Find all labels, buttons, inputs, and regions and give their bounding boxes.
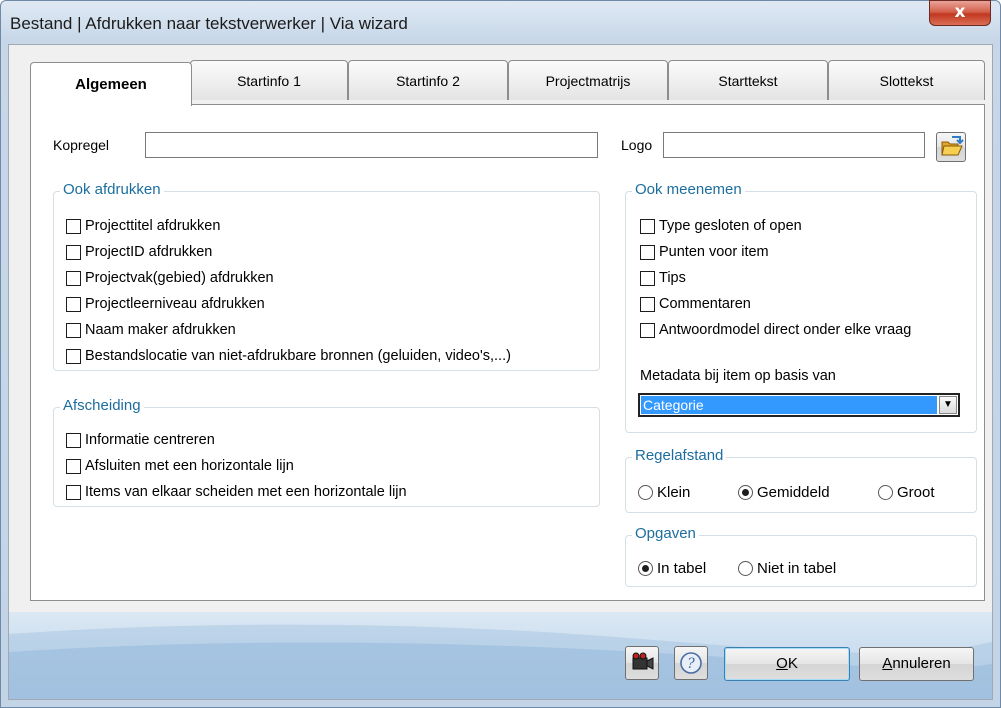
checkbox-label: Naam maker afdrukken bbox=[85, 322, 236, 338]
checkbox-commentaren[interactable]: Commentaren bbox=[640, 296, 751, 312]
tab-starttekst[interactable]: Starttekst bbox=[668, 60, 828, 100]
metadata-select-value: Categorie bbox=[641, 396, 937, 414]
logo-label: Logo bbox=[621, 137, 653, 153]
checkbox-antwoordmodel[interactable]: Antwoordmodel direct onder elke vraag bbox=[640, 322, 911, 338]
kopregel-label: Kopregel bbox=[53, 137, 110, 153]
radio-label: Niet in tabel bbox=[757, 560, 837, 577]
ook-meenemen-legend: Ook meenemen bbox=[632, 181, 745, 198]
checkbox-naam-maker[interactable]: Naam maker afdrukken bbox=[66, 322, 236, 338]
cancel-button-label: nnuleren bbox=[892, 655, 951, 672]
checkbox-box[interactable] bbox=[66, 244, 81, 260]
checkbox-box[interactable] bbox=[66, 348, 81, 364]
checkbox-label: Antwoordmodel direct onder elke vraag bbox=[659, 322, 912, 338]
checkbox-label: Projectvak(gebied) afdrukken bbox=[85, 270, 274, 286]
radio-circle[interactable] bbox=[878, 485, 893, 500]
radio-gemiddeld[interactable]: Gemiddeld bbox=[738, 484, 830, 501]
checkbox-label: Informatie centreren bbox=[85, 432, 215, 448]
checkbox-box[interactable] bbox=[640, 244, 655, 260]
ook-afdrukken-legend: Ook afdrukken bbox=[60, 181, 164, 198]
ok-button-label: K bbox=[787, 655, 798, 672]
video-camera-icon bbox=[632, 652, 654, 670]
cancel-button[interactable]: Annuleren bbox=[859, 647, 974, 681]
checkbox-punten[interactable]: Punten voor item bbox=[640, 244, 769, 260]
radio-circle[interactable] bbox=[638, 561, 653, 576]
video-help-button[interactable] bbox=[625, 646, 659, 680]
checkbox-box[interactable] bbox=[640, 322, 655, 338]
checkbox-label: Projectleerniveau afdrukken bbox=[85, 296, 265, 312]
checkbox-label: Items van elkaar scheiden met een horizo… bbox=[85, 484, 407, 500]
logo-browse-button[interactable] bbox=[936, 132, 966, 162]
checkbox-projectvak[interactable]: Projectvak(gebied) afdrukken bbox=[66, 270, 274, 286]
opgaven-legend: Opgaven bbox=[632, 525, 699, 542]
checkbox-bestandslocatie[interactable]: Bestandslocatie van niet-afdrukbare bron… bbox=[66, 348, 511, 364]
checkbox-box[interactable] bbox=[66, 296, 81, 312]
checkbox-box[interactable] bbox=[640, 270, 655, 286]
help-button[interactable]: ? bbox=[674, 646, 708, 680]
checkbox-informatie-centreren[interactable]: Informatie centreren bbox=[66, 432, 215, 448]
radio-circle[interactable] bbox=[738, 485, 753, 500]
folder-open-icon bbox=[941, 136, 964, 156]
checkbox-box[interactable] bbox=[66, 432, 81, 448]
radio-groot[interactable]: Groot bbox=[878, 484, 935, 501]
tab-algemeen[interactable]: Algemeen bbox=[30, 62, 192, 106]
checkbox-label: Afsluiten met een horizontale lijn bbox=[85, 458, 294, 474]
checkbox-label: Commentaren bbox=[659, 296, 751, 312]
ok-button[interactable]: OK bbox=[724, 647, 850, 681]
checkbox-type-gesloten[interactable]: Type gesloten of open bbox=[640, 218, 802, 234]
tab-panel-algemeen: Kopregel Logo Ook afdrukken Projecttitel… bbox=[30, 104, 985, 601]
checkbox-box[interactable] bbox=[66, 322, 81, 338]
metadata-label: Metadata bij item op basis van bbox=[640, 368, 836, 384]
checkbox-box[interactable] bbox=[66, 484, 81, 500]
help-icon: ? bbox=[680, 652, 702, 674]
tab-projectmatrijs[interactable]: Projectmatrijs bbox=[508, 60, 668, 100]
checkbox-box[interactable] bbox=[66, 270, 81, 286]
radio-label: Groot bbox=[897, 484, 935, 501]
opgaven-group: Opgaven In tabel Niet in tabel bbox=[625, 525, 977, 587]
metadata-select[interactable]: Categorie ▼ bbox=[638, 393, 960, 417]
close-button[interactable]: x bbox=[929, 0, 991, 26]
checkbox-box[interactable] bbox=[640, 296, 655, 312]
window-title: Bestand | Afdrukken naar tekstverwerker … bbox=[10, 14, 408, 33]
checkbox-projecttitel[interactable]: Projecttitel afdrukken bbox=[66, 218, 220, 234]
checkbox-projectleerniveau[interactable]: Projectleerniveau afdrukken bbox=[66, 296, 265, 312]
svg-text:?: ? bbox=[687, 656, 695, 672]
checkbox-label: Type gesloten of open bbox=[659, 218, 802, 234]
checkbox-box[interactable] bbox=[66, 218, 81, 234]
regelafstand-group: Regelafstand Klein Gemiddeld Groot bbox=[625, 447, 977, 513]
checkbox-box[interactable] bbox=[66, 458, 81, 474]
radio-in-tabel[interactable]: In tabel bbox=[638, 560, 706, 577]
chevron-down-icon[interactable]: ▼ bbox=[939, 396, 957, 414]
radio-label: In tabel bbox=[657, 560, 707, 577]
checkbox-label: ProjectID afdrukken bbox=[85, 244, 213, 260]
close-icon: x bbox=[954, 2, 966, 22]
tab-slottekst[interactable]: Slottekst bbox=[828, 60, 985, 100]
afscheiding-group: Afscheiding Informatie centreren Afsluit… bbox=[53, 397, 600, 507]
radio-label: Klein bbox=[657, 484, 691, 501]
regelafstand-legend: Regelafstand bbox=[632, 447, 727, 464]
cancel-button-mnemonic: A bbox=[882, 655, 893, 672]
tab-startinfo-2[interactable]: Startinfo 2 bbox=[348, 60, 508, 100]
checkbox-items-scheiden[interactable]: Items van elkaar scheiden met een horizo… bbox=[66, 484, 407, 500]
tab-startinfo-1[interactable]: Startinfo 1 bbox=[190, 60, 348, 100]
kopregel-input[interactable] bbox=[145, 132, 598, 158]
radio-circle[interactable] bbox=[738, 561, 753, 576]
checkbox-afsluiten-lijn[interactable]: Afsluiten met een horizontale lijn bbox=[66, 458, 294, 474]
checkbox-box[interactable] bbox=[640, 218, 655, 234]
ok-button-mnemonic: O bbox=[776, 655, 788, 672]
checkbox-label: Projecttitel afdrukken bbox=[85, 218, 221, 234]
checkbox-tips[interactable]: Tips bbox=[640, 270, 686, 286]
radio-niet-in-tabel[interactable]: Niet in tabel bbox=[738, 560, 836, 577]
checkbox-label: Bestandslocatie van niet-afdrukbare bron… bbox=[85, 348, 511, 364]
logo-input[interactable] bbox=[663, 132, 925, 158]
afscheiding-legend: Afscheiding bbox=[60, 397, 144, 414]
radio-circle[interactable] bbox=[638, 485, 653, 500]
radio-label: Gemiddeld bbox=[757, 484, 830, 501]
checkbox-projectid[interactable]: ProjectID afdrukken bbox=[66, 244, 212, 260]
checkbox-label: Punten voor item bbox=[659, 244, 769, 260]
ook-afdrukken-group: Ook afdrukken Projecttitel afdrukken Pro… bbox=[53, 181, 600, 371]
checkbox-label: Tips bbox=[659, 270, 686, 286]
radio-klein[interactable]: Klein bbox=[638, 484, 690, 501]
